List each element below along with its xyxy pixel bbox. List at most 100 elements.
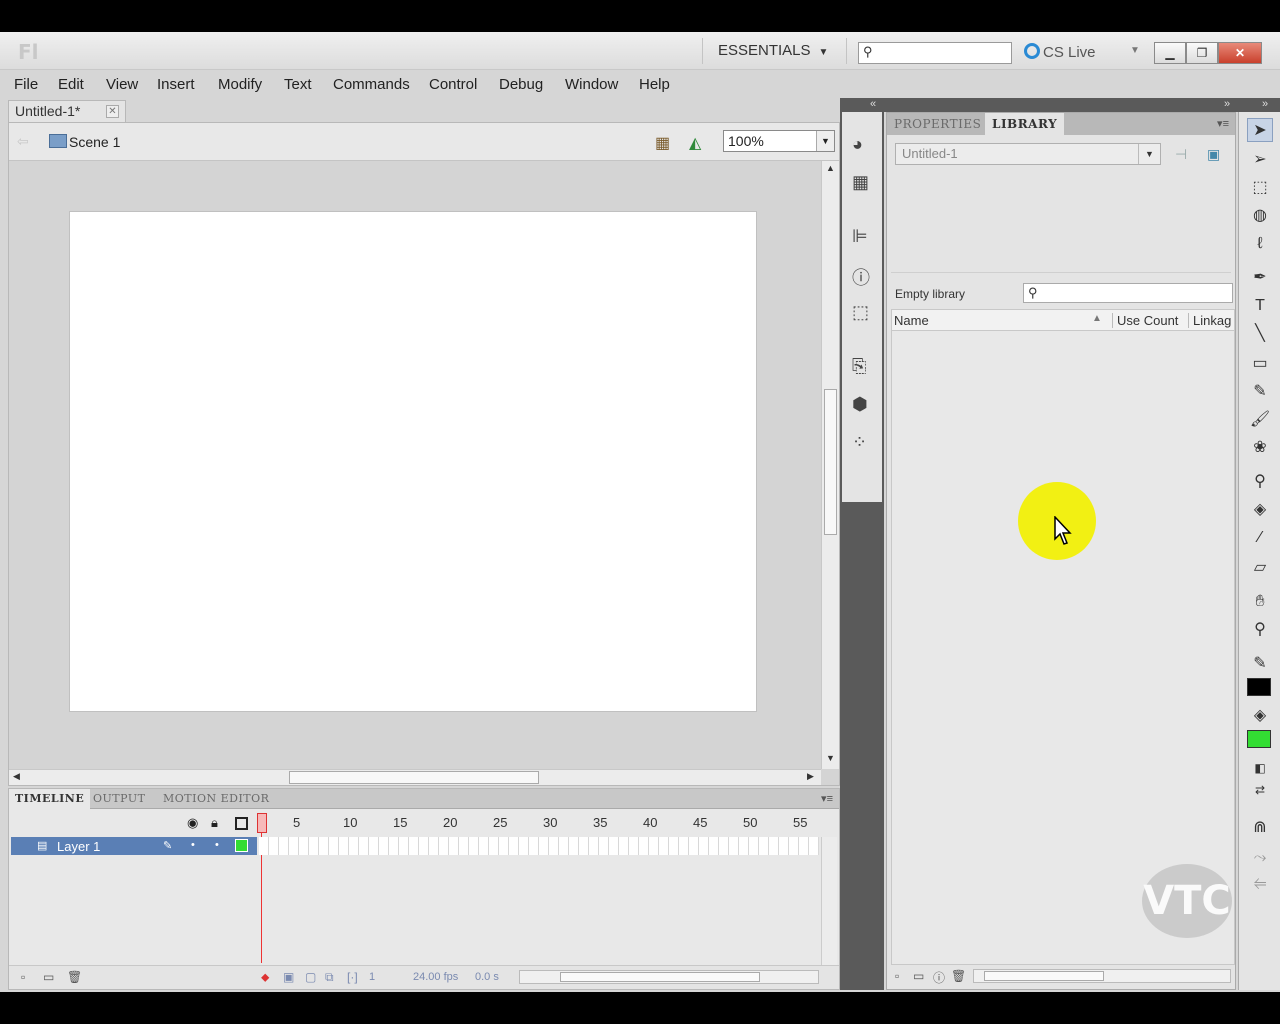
bone-tool-icon[interactable]: ⚲ (1247, 470, 1273, 494)
new-layer-icon[interactable]: ▫ (21, 970, 25, 984)
close-tab-icon[interactable]: ✕ (106, 105, 119, 118)
vertical-scrollbar[interactable]: ▲ ▼ (821, 161, 839, 769)
modify-markers-icon[interactable]: [·] (347, 970, 358, 984)
transform-icon[interactable]: ⬚ (852, 302, 869, 323)
straighten-icon[interactable]: ⥢ (1247, 872, 1273, 896)
subselection-tool-icon[interactable]: ➢ (1247, 148, 1273, 172)
text-tool-icon[interactable]: T (1247, 294, 1273, 318)
fill-color-swatch[interactable] (1247, 730, 1271, 748)
frame-ruler[interactable]: 1 5 10 15 20 25 30 35 40 45 50 55 (257, 811, 825, 835)
scroll-thumb[interactable] (984, 971, 1104, 981)
menu-text[interactable]: Text (284, 76, 312, 93)
close-button[interactable]: ✕ (1218, 42, 1262, 64)
tab-motion-editor[interactable]: MOTION EDITOR (157, 789, 275, 809)
3d-rotation-tool-icon[interactable]: ◍ (1247, 204, 1273, 228)
expand-icon[interactable]: » (1224, 98, 1230, 110)
scroll-right-icon[interactable]: ▶ (807, 771, 814, 782)
components-icon[interactable]: ⬢ (852, 394, 868, 415)
swatches-icon[interactable]: ▦ (852, 172, 869, 193)
tab-output[interactable]: OUTPUT (87, 789, 151, 809)
new-library-panel-icon[interactable]: ▣ (1207, 146, 1220, 163)
library-search-input[interactable]: ⚲ (1023, 283, 1233, 303)
back-arrow-icon[interactable]: ⇦ (17, 133, 29, 150)
menu-commands[interactable]: Commands (333, 76, 410, 93)
line-tool-icon[interactable]: ╲ (1247, 322, 1273, 346)
free-transform-tool-icon[interactable]: ⬚ (1247, 176, 1273, 200)
black-white-icon[interactable]: ◧ (1247, 756, 1273, 780)
deco-tool-icon[interactable]: ❀ (1247, 436, 1273, 460)
column-name[interactable]: Name (894, 313, 929, 328)
menu-control[interactable]: Control (429, 76, 477, 93)
new-folder-icon[interactable]: ▭ (43, 970, 54, 984)
help-search-input[interactable]: ⚲ (858, 42, 1012, 64)
eraser-tool-icon[interactable]: ▱ (1247, 556, 1273, 580)
playhead[interactable] (257, 813, 267, 833)
panel-menu-icon[interactable]: ▾≡ (821, 792, 833, 805)
frame-cells[interactable] (259, 837, 819, 855)
selection-tool-icon[interactable]: ➤ (1247, 118, 1273, 142)
lock-dot[interactable]: • (215, 839, 219, 851)
pen-tool-icon[interactable]: ✒ (1247, 266, 1273, 290)
menu-file[interactable]: File (14, 76, 38, 93)
menu-modify[interactable]: Modify (218, 76, 262, 93)
hand-tool-icon[interactable]: ✋︎ (1247, 590, 1273, 614)
brush-tool-icon[interactable]: 🖌︎ (1247, 408, 1273, 432)
restore-button[interactable]: ❐ (1186, 42, 1218, 64)
cs-live-button[interactable]: CS Live (1024, 43, 1096, 61)
column-use-count[interactable]: Use Count (1112, 313, 1178, 328)
swap-colors-icon[interactable]: ⇄ (1247, 778, 1273, 802)
scroll-down-icon[interactable]: ▼ (826, 753, 835, 763)
menu-window[interactable]: Window (565, 76, 618, 93)
pin-icon[interactable]: ⊣ (1175, 146, 1187, 163)
lasso-tool-icon[interactable]: ℓ (1247, 232, 1273, 256)
tab-library[interactable]: LIBRARY (985, 113, 1065, 135)
pencil-tool-icon[interactable]: ✎ (1247, 380, 1273, 404)
align-icon[interactable]: ⊫ (852, 226, 868, 247)
workspace-switcher[interactable]: ESSENTIALS ▼ (718, 42, 828, 59)
menu-insert[interactable]: Insert (157, 76, 195, 93)
menu-debug[interactable]: Debug (499, 76, 543, 93)
document-tab[interactable]: Untitled-1* ✕ (8, 100, 126, 122)
menu-view[interactable]: View (106, 76, 138, 93)
edit-scene-icon[interactable]: ◭ (689, 133, 701, 153)
new-folder-icon[interactable]: ▭ (913, 969, 924, 983)
eyedropper-tool-icon[interactable]: ⁄ (1247, 526, 1273, 550)
layer-row[interactable]: ▤ Layer 1 ✎ • • (11, 837, 257, 855)
edit-multiple-frames-icon[interactable]: ⧉ (325, 970, 334, 985)
tab-timeline[interactable]: TIMELINE (9, 789, 91, 809)
rectangle-tool-icon[interactable]: ▭ (1247, 352, 1273, 376)
column-linkage[interactable]: Linkag (1188, 313, 1231, 328)
snap-to-objects-icon[interactable]: ⋒ (1247, 816, 1273, 840)
motion-presets-icon[interactable]: ⁘ (852, 432, 867, 453)
zoom-select[interactable]: 100% ▼ (723, 130, 835, 152)
minimize-button[interactable]: ▁ (1154, 42, 1186, 64)
code-snippets-icon[interactable]: ⎘ (852, 356, 866, 377)
delete-icon[interactable]: 🗑︎ (67, 970, 82, 984)
outline-color-icon[interactable] (235, 839, 248, 852)
smooth-icon[interactable]: ⤳ (1247, 846, 1273, 870)
onion-outlines-icon[interactable]: ▢ (305, 970, 316, 984)
color-panel-icon[interactable]: ◕ (852, 134, 863, 155)
center-frame-icon[interactable]: ⬥ (261, 970, 269, 985)
scroll-up-icon[interactable]: ▲ (826, 163, 835, 173)
scroll-left-icon[interactable]: ◀ (13, 771, 20, 782)
zoom-tool-icon[interactable]: ⚲ (1247, 618, 1273, 642)
info-icon[interactable]: ⓘ (852, 264, 870, 290)
eye-icon[interactable]: ◉ (187, 815, 198, 831)
lock-icon[interactable]: 🔒︎ (211, 815, 218, 831)
onion-skin-icon[interactable]: ▣ (283, 970, 294, 984)
tab-properties[interactable]: PROPERTIES (887, 113, 988, 135)
scroll-thumb[interactable] (824, 389, 837, 535)
outline-icon[interactable] (235, 817, 248, 830)
menu-edit[interactable]: Edit (58, 76, 84, 93)
menu-help[interactable]: Help (639, 76, 670, 93)
visibility-dot[interactable]: • (191, 839, 195, 851)
library-horizontal-scrollbar[interactable] (973, 969, 1231, 983)
collapse-icon[interactable]: « (870, 98, 876, 110)
new-symbol-icon[interactable]: ▫ (895, 969, 899, 983)
stage[interactable] (69, 211, 757, 712)
library-document-select[interactable]: Untitled-1 ▼ (895, 143, 1161, 165)
scroll-thumb[interactable] (560, 972, 760, 982)
properties-icon[interactable]: ⓘ (933, 969, 945, 986)
frame-rate[interactable]: 24.00 fps (413, 971, 458, 983)
